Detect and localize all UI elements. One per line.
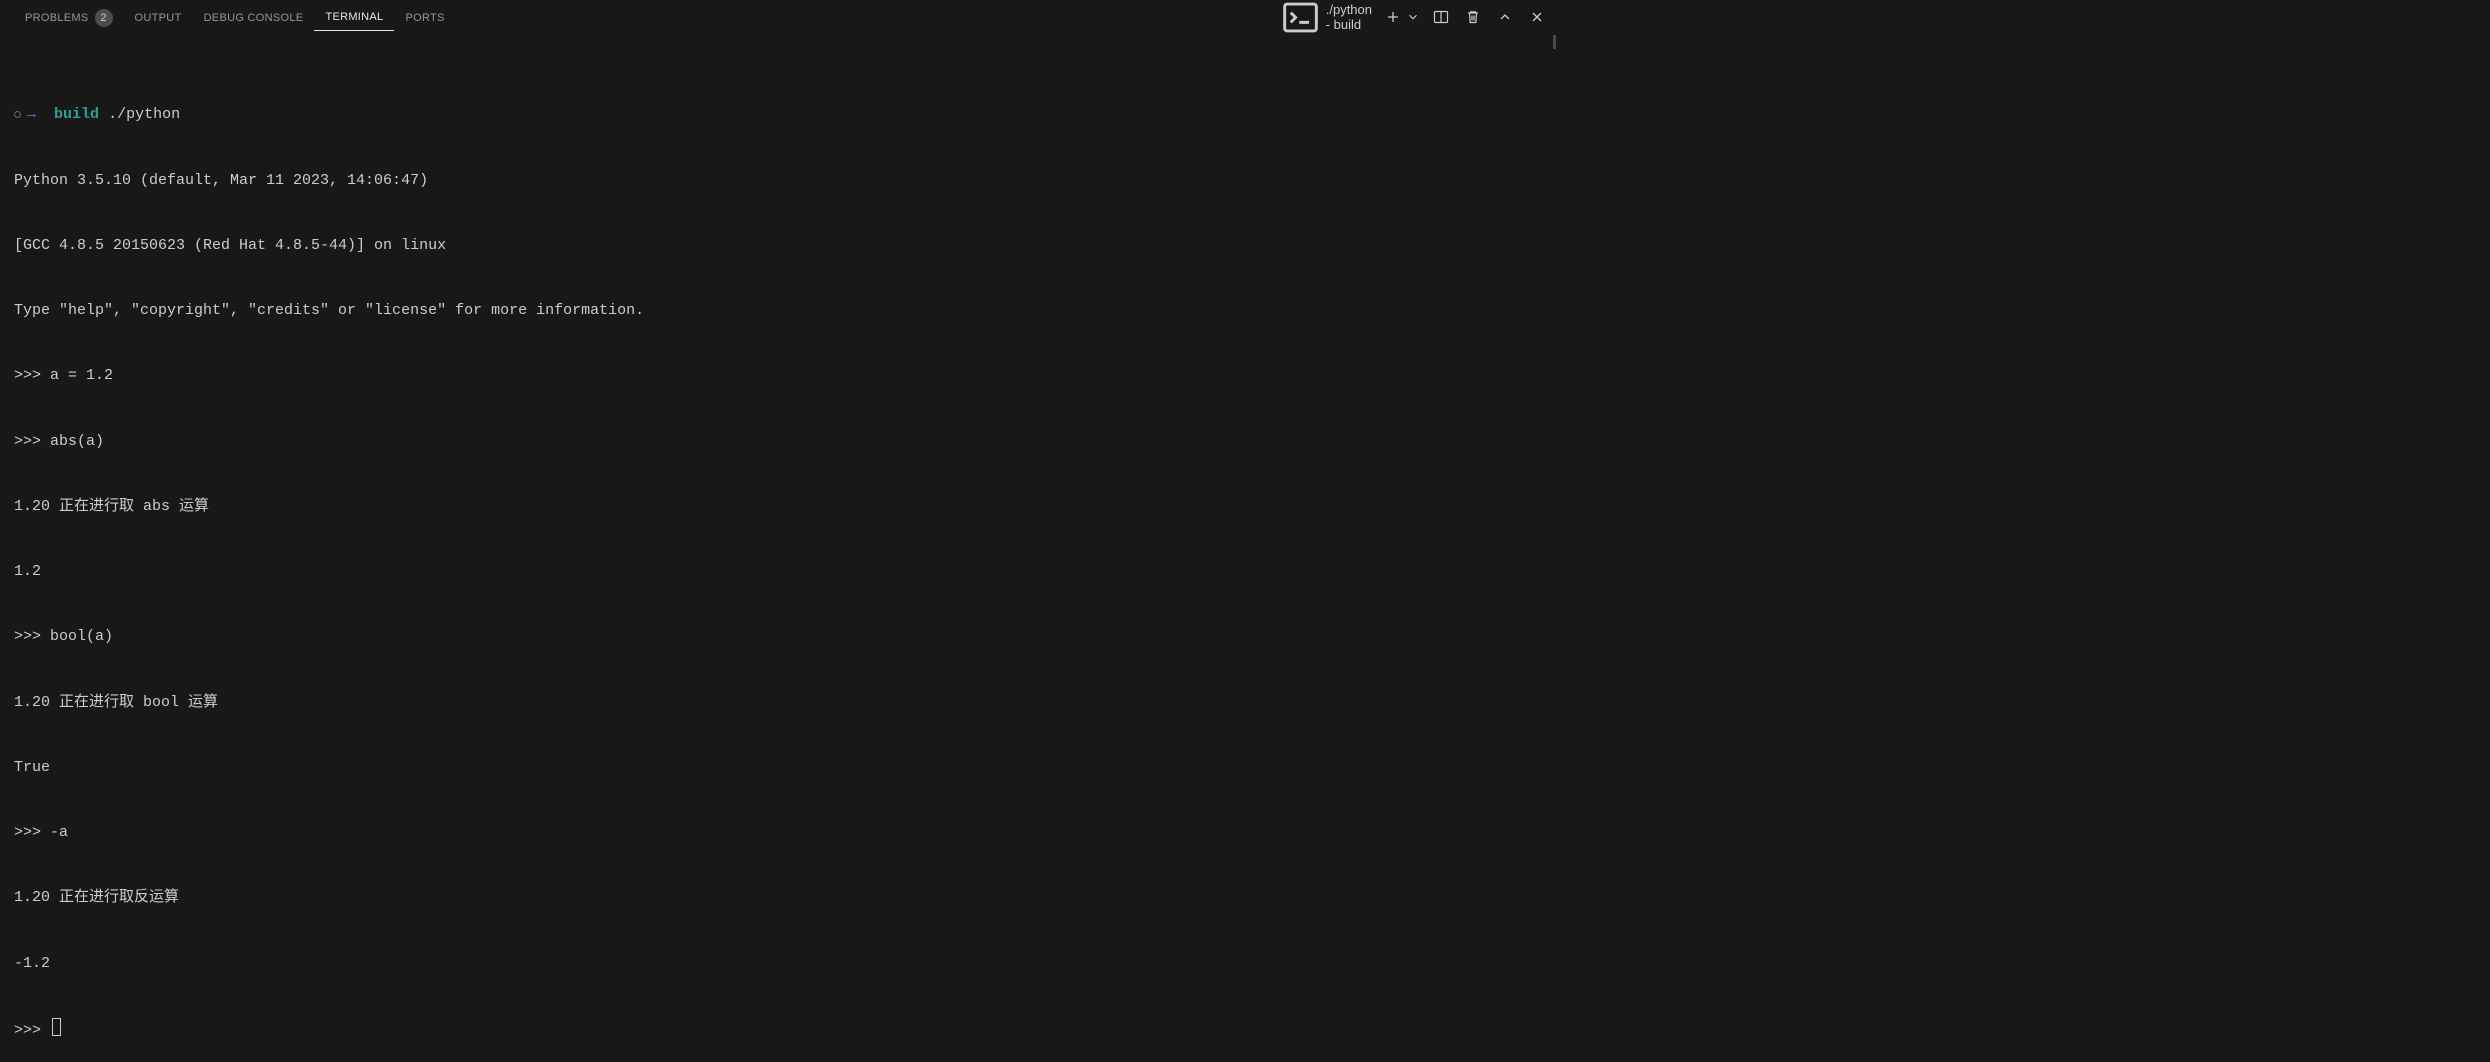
panel-tabs: PROBLEMS 2 OUTPUT DEBUG CONSOLE TERMINAL…: [14, 1, 1281, 34]
terminal-output[interactable]: → build ./python Python 3.5.10 (default,…: [0, 35, 1556, 1062]
output-line: Python 3.5.10 (default, Mar 11 2023, 14:…: [14, 170, 1542, 192]
scrollbar-thumb[interactable]: [1553, 35, 1556, 49]
repl-prompt: >>>: [14, 1022, 50, 1039]
split-terminal-button[interactable]: [1430, 6, 1452, 28]
terminal-name: ./python - build: [1326, 2, 1372, 32]
tab-terminal[interactable]: TERMINAL: [314, 3, 394, 31]
tab-problems[interactable]: PROBLEMS 2: [14, 1, 124, 34]
output-line: 1.2: [14, 561, 1542, 583]
tab-label: TERMINAL: [325, 11, 383, 23]
cursor: [52, 1018, 61, 1036]
output-line: Type "help", "copyright", "credits" or "…: [14, 300, 1542, 322]
close-panel-button[interactable]: [1526, 6, 1548, 28]
output-line: >>> bool(a): [14, 626, 1542, 648]
terminal-name-selector[interactable]: ./python - build: [1281, 0, 1372, 37]
tab-ports[interactable]: PORTS: [394, 4, 455, 31]
close-icon: [1529, 9, 1545, 25]
status-dot-icon: [14, 111, 21, 118]
tab-label: DEBUG CONSOLE: [204, 12, 304, 24]
kill-terminal-button[interactable]: [1462, 6, 1484, 28]
output-line: >>> -a: [14, 822, 1542, 844]
panel-header: PROBLEMS 2 OUTPUT DEBUG CONSOLE TERMINAL…: [0, 0, 1556, 35]
prompt-cwd: build: [54, 106, 99, 123]
chevron-down-icon: [1406, 9, 1420, 25]
launch-profile-button[interactable]: [1406, 6, 1420, 28]
chevron-up-icon: [1497, 9, 1513, 25]
tab-label: PROBLEMS: [25, 12, 89, 24]
maximize-panel-button[interactable]: [1494, 6, 1516, 28]
tab-output[interactable]: OUTPUT: [124, 4, 193, 31]
command-text: ./python: [108, 106, 180, 123]
output-line: >>> abs(a): [14, 431, 1542, 453]
tab-label: OUTPUT: [135, 12, 182, 24]
plus-icon: [1385, 9, 1401, 25]
output-line: 1.20 正在进行取 abs 运算: [14, 496, 1542, 518]
new-terminal-button[interactable]: [1382, 6, 1404, 28]
panel-toolbar: ./python - build: [1281, 0, 1548, 37]
tab-debug-console[interactable]: DEBUG CONSOLE: [193, 4, 315, 31]
prompt-arrow: →: [27, 106, 36, 123]
split-horizontal-icon: [1433, 9, 1449, 25]
output-line: 1.20 正在进行取反运算: [14, 887, 1542, 909]
output-line: True: [14, 757, 1542, 779]
output-line: [GCC 4.8.5 20150623 (Red Hat 4.8.5-44)] …: [14, 235, 1542, 257]
tab-label: PORTS: [405, 12, 444, 24]
output-line: -1.2: [14, 953, 1542, 975]
prompt-line: → build ./python: [14, 104, 1542, 126]
trash-icon: [1465, 9, 1481, 25]
repl-prompt-line: >>>: [14, 1018, 1542, 1042]
output-line: 1.20 正在进行取 bool 运算: [14, 692, 1542, 714]
problems-badge: 2: [95, 9, 113, 27]
terminal-icon: [1281, 0, 1320, 37]
output-line: >>> a = 1.2: [14, 365, 1542, 387]
